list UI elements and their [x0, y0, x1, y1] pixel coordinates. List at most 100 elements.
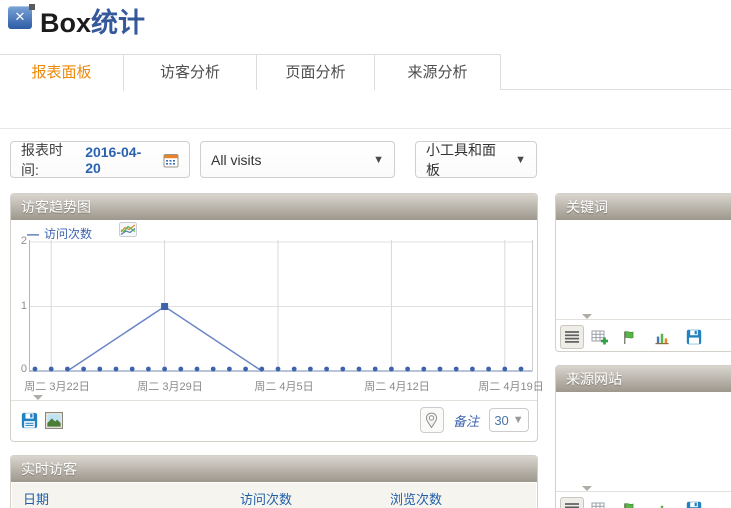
- data-point-dot: [227, 367, 232, 372]
- caret-down-icon: ▼: [513, 414, 524, 426]
- data-point-dot: [162, 367, 167, 372]
- visitor-trend-plot[interactable]: [29, 238, 535, 378]
- widgets-button-label: 小工具和面板: [426, 140, 507, 180]
- tab-dashboard[interactable]: 报表面板: [0, 54, 124, 91]
- x-axis-tick: 周二 4月12日: [364, 378, 429, 394]
- data-point-dot: [49, 367, 54, 372]
- row-limit-select[interactable]: 30 ▼: [489, 408, 529, 432]
- x-axis-tick: 周二 4月5日: [254, 378, 313, 394]
- data-point-dot: [81, 367, 86, 372]
- all-columns-view-icon[interactable]: [588, 325, 612, 349]
- column-header-visits[interactable]: 访问次数: [240, 489, 292, 508]
- data-point-dot: [276, 367, 281, 372]
- data-point-dot: [211, 367, 216, 372]
- report-view-switcher: [560, 495, 731, 508]
- data-point-dot: [470, 367, 475, 372]
- data-point-dot: [130, 367, 135, 372]
- annotations-pin-button[interactable]: [420, 407, 444, 433]
- y-axis-tick: 2: [13, 235, 27, 247]
- widget-footer-divider: [11, 400, 537, 401]
- goal-flag-icon[interactable]: [616, 497, 640, 508]
- column-header-pageviews[interactable]: 浏览次数: [390, 489, 442, 508]
- data-point-dot: [114, 367, 119, 372]
- y-axis-tick: 0: [13, 363, 27, 375]
- x-axis-tick: 周二 3月29日: [137, 378, 202, 394]
- table-view-icon[interactable]: [560, 325, 584, 349]
- annotations-label[interactable]: 备注: [453, 411, 479, 430]
- x-axis-tick: 周二 4月19日: [478, 378, 543, 394]
- referrer-websites-widget: 来源网站: [555, 365, 731, 508]
- data-point-dot: [308, 367, 313, 372]
- x-axis-labels: 周二 3月22日 周二 3月29日 周二 4月5日 周二 4月12日 周二 4月…: [29, 378, 535, 392]
- widgets-and-dashboard-button[interactable]: 小工具和面板 ▼: [415, 141, 537, 178]
- widget-footer-divider: [556, 491, 731, 492]
- report-date-label: 报表时间:: [21, 140, 80, 180]
- logo-x-mark-icon: ✕: [8, 6, 32, 29]
- tab-visitors[interactable]: 访客分析: [124, 54, 257, 90]
- app-window: ✕ Box统计 Box统计 报表面板 访客分析 页面分析 来源分析 报表时间: …: [0, 0, 731, 508]
- footer-expander-icon[interactable]: [582, 314, 592, 319]
- data-point-dot: [340, 367, 345, 372]
- data-point-dot: [195, 367, 200, 372]
- caret-down-icon: ▼: [373, 154, 384, 166]
- peak-marker: [161, 303, 168, 310]
- export-data-floppy-icon[interactable]: [682, 497, 706, 508]
- data-point-dot: [292, 367, 297, 372]
- data-point-dot: [454, 367, 459, 372]
- widget-footer-divider: [556, 319, 731, 320]
- visitor-trend-svg: [29, 238, 535, 378]
- data-point-dot: [33, 367, 38, 372]
- bar-chart-view-icon[interactable]: [650, 325, 674, 349]
- data-point-dot: [97, 367, 102, 372]
- main-tabbar: 报表面板 访客分析 页面分析 来源分析: [0, 54, 731, 90]
- footer-expander-icon[interactable]: [582, 486, 592, 491]
- export-data-floppy-icon[interactable]: [21, 412, 38, 429]
- referrers-widget-header[interactable]: 来源网站: [556, 366, 731, 392]
- data-point-dot: [178, 367, 183, 372]
- logo-notch: [29, 4, 35, 10]
- y-axis-tick: 1: [13, 300, 27, 312]
- keywords-widget-header[interactable]: 关键词: [556, 194, 731, 220]
- data-point-dot: [357, 367, 362, 372]
- realtime-visitors-widget: 实时访客 日期 访问次数 浏览次数: [10, 455, 538, 508]
- report-view-switcher: [560, 323, 731, 351]
- visitor-trend-widget: 访客趋势图 —访问次数 2 1 0 周二 3月22日 周二 3月29日 周二 4…: [10, 193, 538, 442]
- data-point-dot: [65, 367, 70, 372]
- data-point-dot: [486, 367, 491, 372]
- data-point-dot: [243, 367, 248, 372]
- data-point-dot: [389, 367, 394, 372]
- footer-expander-icon[interactable]: [33, 395, 43, 400]
- table-view-icon[interactable]: [560, 497, 584, 508]
- logo-reflection: Box统计: [40, 17, 145, 30]
- segment-selector[interactable]: All visits ▼: [200, 141, 395, 178]
- mini-line-chart-icon[interactable]: [119, 222, 137, 237]
- visitor-trend-widget-header[interactable]: 访客趋势图: [11, 194, 537, 220]
- export-image-picture-icon[interactable]: [45, 412, 63, 429]
- calendar-icon: [163, 152, 179, 168]
- all-columns-view-icon[interactable]: [588, 497, 612, 508]
- data-point-dot: [519, 367, 524, 372]
- visitor-trend-footer: 备注 30 ▼: [21, 405, 529, 435]
- data-point-dot: [373, 367, 378, 372]
- goal-flag-icon[interactable]: [616, 325, 640, 349]
- report-date-value: 2016-04-20: [85, 144, 156, 176]
- data-point-dot: [146, 367, 151, 372]
- realtime-table-header: 日期 访问次数 浏览次数: [12, 483, 536, 508]
- row-limit-value: 30: [494, 413, 508, 428]
- export-data-floppy-icon[interactable]: [682, 325, 706, 349]
- data-point-dot: [405, 367, 410, 372]
- column-header-date[interactable]: 日期: [23, 489, 49, 508]
- data-point-dot: [259, 367, 264, 372]
- caret-down-icon: ▼: [515, 154, 526, 166]
- data-point-dot: [502, 367, 507, 372]
- realtime-widget-header[interactable]: 实时访客: [11, 456, 537, 482]
- data-point-dot: [438, 367, 443, 372]
- tab-referrers[interactable]: 来源分析: [375, 54, 501, 90]
- tab-pages[interactable]: 页面分析: [257, 54, 375, 90]
- data-point-dot: [421, 367, 426, 372]
- map-pin-icon: [425, 412, 438, 429]
- report-date-selector[interactable]: 报表时间: 2016-04-20: [10, 141, 190, 178]
- x-axis-tick: 周二 3月22日: [24, 378, 89, 394]
- bar-chart-view-icon[interactable]: [650, 497, 674, 508]
- data-point-dot: [324, 367, 329, 372]
